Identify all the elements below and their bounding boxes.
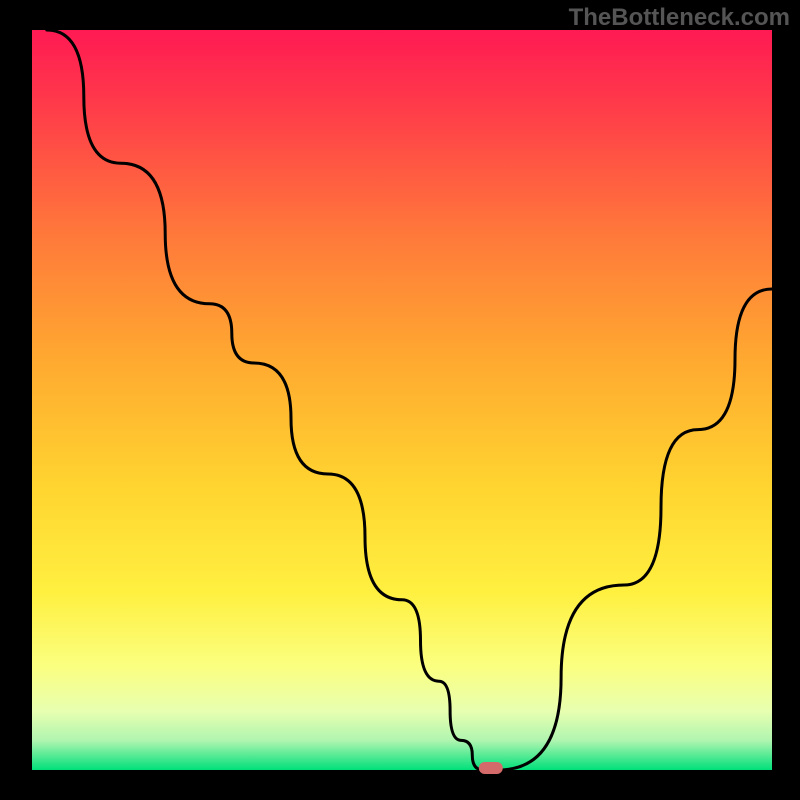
plot-background <box>32 30 772 770</box>
optimal-marker <box>479 762 503 774</box>
chart-container: TheBottleneck.com <box>0 0 800 800</box>
bottleneck-chart <box>0 0 800 800</box>
watermark-text: TheBottleneck.com <box>569 4 790 32</box>
